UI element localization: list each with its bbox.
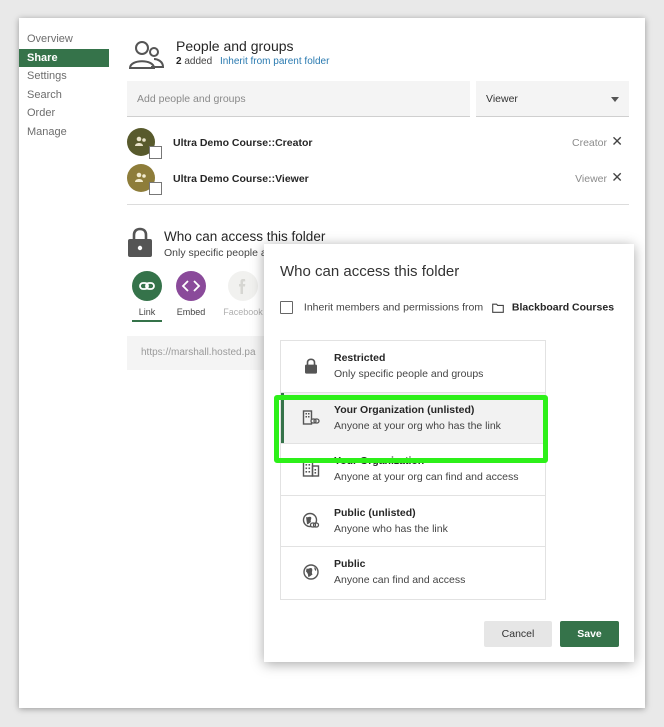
sidebar: Overview Share Settings Search Order Man… [19, 30, 109, 141]
role-select-value: Viewer [486, 93, 518, 105]
lock-icon [305, 358, 317, 374]
access-option-title: Public (unlisted) [334, 506, 416, 519]
building-link-icon [302, 409, 320, 425]
chevron-down-icon [611, 97, 619, 102]
access-option-subtitle: Anyone at your org who has the link [334, 419, 501, 432]
selected-tab-indicator [132, 320, 162, 322]
add-people-input[interactable] [127, 81, 470, 117]
access-option-title: Public [334, 558, 366, 571]
member-name: Ultra Demo Course::Viewer [173, 173, 309, 185]
member-role[interactable]: Viewer [575, 173, 607, 185]
member-count: 2 [176, 56, 182, 67]
access-title: Who can access this folder [164, 229, 326, 244]
share-link-option[interactable]: Link [127, 271, 167, 322]
access-option-title: Your Organization (unlisted) [334, 403, 475, 416]
sidebar-item-manage[interactable]: Manage [19, 123, 109, 142]
save-button[interactable]: Save [560, 621, 619, 647]
access-option-subtitle: Anyone can find and access [334, 574, 466, 587]
remove-member-icon[interactable]: ✕ [611, 169, 623, 186]
added-label: added [184, 56, 213, 67]
member-row: Ultra Demo Course::Viewer Viewer ✕ [127, 164, 629, 195]
access-option-org-unlisted[interactable]: Your Organization (unlisted) Anyone at y… [281, 392, 545, 445]
dialog-title: Who can access this folder [280, 263, 460, 280]
globe-icon [303, 564, 319, 581]
group-avatar [127, 164, 162, 195]
inherit-permissions-row: Inherit members and permissions from Bla… [280, 301, 614, 315]
access-options-list: Restricted Only specific people and grou… [280, 340, 546, 600]
app-window: Overview Share Settings Search Order Man… [19, 18, 645, 708]
folder-name: Blackboard Courses [511, 301, 615, 314]
access-subtitle: Only specific people a [164, 247, 267, 259]
access-option-title: Your Organization [334, 455, 425, 468]
share-facebook-option[interactable]: Facebook [223, 271, 263, 317]
role-select[interactable]: Viewer [476, 81, 629, 117]
building-icon [302, 461, 320, 477]
inherit-parent-link[interactable]: Inherit from parent folder [220, 56, 330, 67]
access-option-restricted[interactable]: Restricted Only specific people and grou… [281, 341, 545, 393]
access-option-subtitle: Anyone at your org can find and access [334, 471, 519, 484]
member-row: Ultra Demo Course::Creator Creator ✕ [127, 128, 629, 159]
member-role[interactable]: Creator [572, 137, 607, 149]
folder-icon [492, 303, 504, 313]
people-groups-title: People and groups [176, 38, 294, 54]
divider [127, 204, 629, 205]
facebook-icon [228, 271, 258, 301]
globe-link-icon [302, 512, 320, 528]
group-avatar [127, 128, 162, 159]
access-option-title: Restricted [334, 352, 386, 364]
inherit-checkbox[interactable] [280, 301, 293, 314]
sidebar-item-settings[interactable]: Settings [19, 67, 109, 86]
link-icon [132, 271, 162, 301]
access-option-subtitle: Only specific people and groups [334, 368, 484, 380]
lock-icon [128, 227, 152, 257]
access-dialog: Who can access this folder Inherit membe… [264, 244, 634, 662]
cancel-button[interactable]: Cancel [484, 621, 552, 647]
building-badge-icon [149, 146, 162, 159]
access-option-public-unlisted[interactable]: Public (unlisted) Anyone who has the lin… [281, 496, 545, 548]
share-link-label: Link [138, 307, 156, 317]
embed-icon [176, 271, 206, 301]
people-groups-summary: 2 added Inherit from parent folder [176, 56, 329, 67]
access-option-public[interactable]: Public Anyone can find and access [281, 547, 545, 599]
remove-member-icon[interactable]: ✕ [611, 133, 623, 150]
people-groups-header: People and groups 2 added Inherit from p… [127, 38, 629, 72]
selected-indicator [281, 392, 284, 444]
inherit-label: Inherit members and permissions from [303, 301, 484, 314]
access-option-subtitle: Anyone who has the link [334, 522, 448, 535]
building-badge-icon [149, 182, 162, 195]
sidebar-item-order[interactable]: Order [19, 104, 109, 123]
share-embed-option[interactable]: Embed [171, 271, 211, 317]
sidebar-item-overview[interactable]: Overview [19, 30, 109, 49]
sidebar-item-search[interactable]: Search [19, 86, 109, 105]
sidebar-item-share[interactable]: Share [19, 48, 109, 67]
share-facebook-label: Facebook [223, 307, 263, 317]
member-name: Ultra Demo Course::Creator [173, 137, 313, 149]
share-embed-label: Embed [176, 307, 206, 317]
people-icon [128, 41, 165, 69]
access-option-org[interactable]: Your Organization Anyone at your org can… [281, 444, 545, 496]
